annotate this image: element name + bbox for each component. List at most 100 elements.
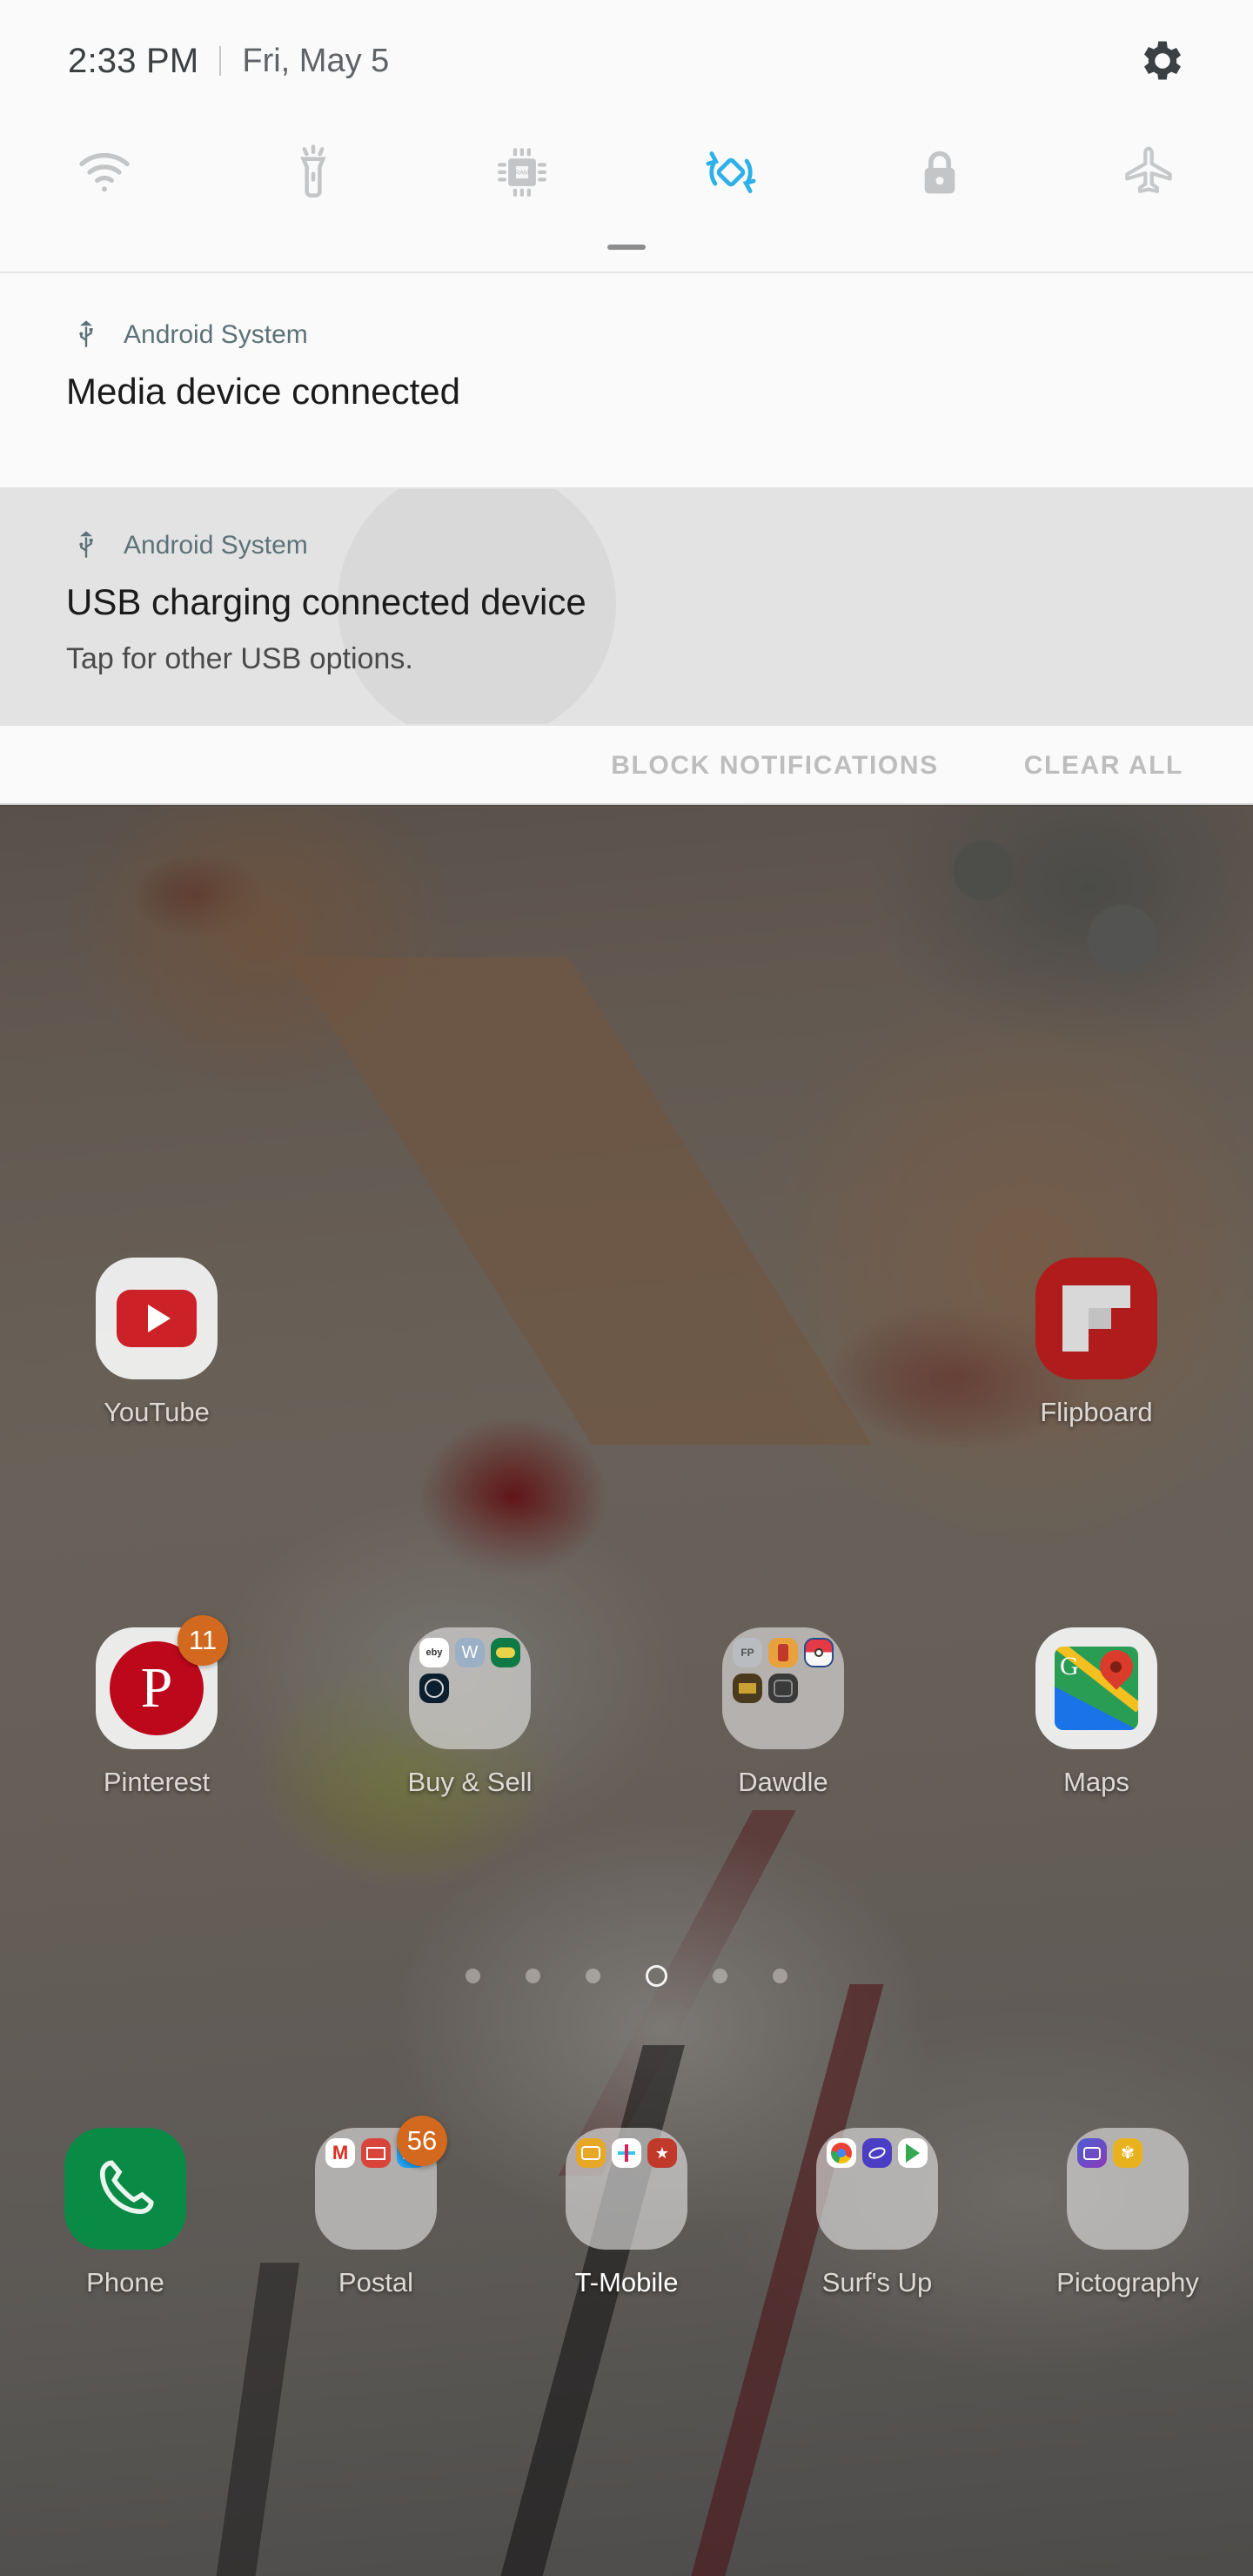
- page-dot[interactable]: [773, 1968, 787, 1983]
- app-row-1: YouTube Flipboard: [0, 1258, 1253, 1428]
- flashlight-icon: [300, 144, 326, 198]
- folder-icon: M 56: [315, 2116, 447, 2250]
- settings-button[interactable]: [1135, 33, 1190, 89]
- notification-header: Android System: [71, 529, 308, 562]
- home-screen: YouTube Flipboard P 11 Pinterest eby W B…: [0, 805, 1253, 2576]
- mini-icon-orange-game: [768, 1638, 798, 1667]
- shade-header: 2:33 PM Fri, May 5: [0, 0, 1253, 122]
- lock-icon: [924, 151, 955, 194]
- qs-tile-ram[interactable]: RAM: [418, 122, 626, 223]
- mini-icon-samsung-internet: [862, 2138, 892, 2168]
- usb-icon: [79, 531, 93, 558]
- shade-drag-handle[interactable]: [0, 223, 1253, 272]
- page-indicator: [0, 1958, 1253, 1993]
- app-label: Postal: [338, 2267, 414, 2298]
- app-flipboard[interactable]: Flipboard: [940, 1258, 1253, 1428]
- folder-icon: ✾: [1067, 2128, 1189, 2250]
- app-maps[interactable]: G Maps: [940, 1627, 1253, 1798]
- mini-icon-wish: W: [455, 1638, 485, 1667]
- qs-tile-screen-lock[interactable]: [835, 122, 1044, 223]
- page-dot[interactable]: [713, 1968, 727, 1983]
- google-maps-icon: G: [1035, 1627, 1157, 1749]
- block-notifications-button[interactable]: BLOCK NOTIFICATIONS: [602, 739, 947, 793]
- badge-count: 56: [397, 2116, 447, 2166]
- app-label: Pinterest: [103, 1767, 211, 1797]
- svg-text:RAM: RAM: [515, 169, 529, 177]
- android-screen: YouTube Flipboard P 11 Pinterest eby W B…: [0, 0, 1253, 2576]
- mini-icon-play-store: [898, 2138, 928, 2168]
- clear-all-button[interactable]: CLEAR ALL: [1015, 739, 1192, 793]
- usb-icon: [79, 320, 93, 347]
- folder-icon: [816, 2128, 938, 2250]
- mini-icon-fp: FP: [733, 1638, 762, 1667]
- dock-folder-surfs-up[interactable]: Surf's Up: [752, 2128, 1002, 2298]
- mini-icon-ebay: eby: [419, 1638, 449, 1667]
- drag-handle-icon: [607, 245, 646, 250]
- clock-time: 2:33 PM: [68, 41, 199, 80]
- phone-icon: [64, 2128, 186, 2250]
- dock-folder-tmobile[interactable]: ★ T-Mobile: [501, 2128, 752, 2298]
- wifi-icon: [79, 152, 130, 192]
- mini-icon-gmail: M: [325, 2138, 355, 2168]
- flipboard-icon: [1035, 1258, 1157, 1379]
- dock: Phone M 56 Postal ★ T-Mobile Surf's Up ✾…: [0, 2116, 1253, 2298]
- mini-icon-flower: ✾: [1113, 2138, 1142, 2168]
- mini-icon-dark-game: [733, 1674, 762, 1703]
- mini-icon-card: [491, 1638, 520, 1667]
- dock-app-phone[interactable]: Phone: [0, 2128, 251, 2298]
- notification-subtitle: Tap for other USB options.: [66, 642, 413, 675]
- folder-icon: eby W: [409, 1627, 531, 1749]
- page-dot[interactable]: [466, 1968, 480, 1983]
- mini-icon-messages: [576, 2138, 606, 2168]
- notification-media-device[interactable]: Android System Media device connected: [0, 273, 1253, 487]
- mini-icon-instagram: [1077, 2138, 1107, 2168]
- shade-action-row: BLOCK NOTIFICATIONS CLEAR ALL: [0, 726, 1253, 805]
- app-label: T-Mobile: [574, 2267, 679, 2298]
- airplane-icon: [1125, 146, 1172, 193]
- folder-icon: FP: [722, 1627, 844, 1749]
- page-dot-active[interactable]: [646, 1964, 667, 1987]
- notification-title: USB charging connected device: [66, 581, 586, 622]
- mini-icon-email: [361, 2138, 391, 2168]
- folder-buy-and-sell[interactable]: eby W Buy & Sell: [313, 1627, 626, 1798]
- ram-chip-icon: RAM: [498, 148, 546, 197]
- page-dot[interactable]: [586, 1968, 600, 1983]
- qs-tile-airplane[interactable]: [1044, 122, 1253, 223]
- clock-separator: [219, 46, 222, 76]
- app-label: Buy & Sell: [407, 1767, 533, 1797]
- mini-icon-chrome: [827, 2138, 856, 2168]
- pinterest-icon: P 11: [96, 1615, 228, 1749]
- mini-icon-pokeball: [804, 1638, 834, 1667]
- app-row-2: P 11 Pinterest eby W Buy & Sell FP Dawdl…: [0, 1615, 1253, 1798]
- app-slot-empty-1: [313, 1258, 626, 1428]
- app-youtube[interactable]: YouTube: [0, 1258, 313, 1428]
- notification-app-name: Android System: [124, 320, 308, 349]
- app-slot-empty-2: [626, 1258, 940, 1428]
- app-label: Surf's Up: [821, 2267, 933, 2298]
- notification-title: Media device connected: [66, 371, 460, 412]
- page-dot[interactable]: [526, 1968, 540, 1983]
- mini-icon-slack: [612, 2138, 641, 2168]
- app-pinterest[interactable]: P 11 Pinterest: [0, 1615, 313, 1798]
- notification-shade: 2:33 PM Fri, May 5 RAM Android System Me…: [0, 0, 1253, 806]
- folder-dawdle[interactable]: FP Dawdle: [626, 1627, 940, 1798]
- gear-icon: [1144, 41, 1181, 80]
- mini-icon-clock-dark: [419, 1674, 449, 1703]
- dock-folder-pictography[interactable]: ✾ Pictography: [1002, 2128, 1253, 2298]
- notification-app-name: Android System: [124, 531, 308, 560]
- qs-tile-wifi[interactable]: [0, 122, 209, 223]
- youtube-icon: [96, 1258, 218, 1379]
- clock-date: Fri, May 5: [242, 42, 390, 79]
- app-label: Dawdle: [738, 1767, 828, 1797]
- app-label: Pictography: [1056, 2267, 1199, 2298]
- notification-usb-charging[interactable]: Android System USB charging connected de…: [0, 489, 1253, 724]
- app-label: Phone: [86, 2267, 164, 2298]
- app-label: Flipboard: [1040, 1397, 1153, 1427]
- mini-icon-wunderlist: ★: [647, 2138, 677, 2168]
- auto-rotate-icon: [706, 151, 756, 193]
- dock-folder-postal[interactable]: M 56 Postal: [251, 2116, 501, 2298]
- qs-tile-flashlight[interactable]: [209, 122, 418, 223]
- qs-tile-auto-rotate[interactable]: [626, 122, 835, 223]
- shade-bottom-edge: [0, 803, 1253, 806]
- quick-settings-row: RAM: [0, 122, 1253, 223]
